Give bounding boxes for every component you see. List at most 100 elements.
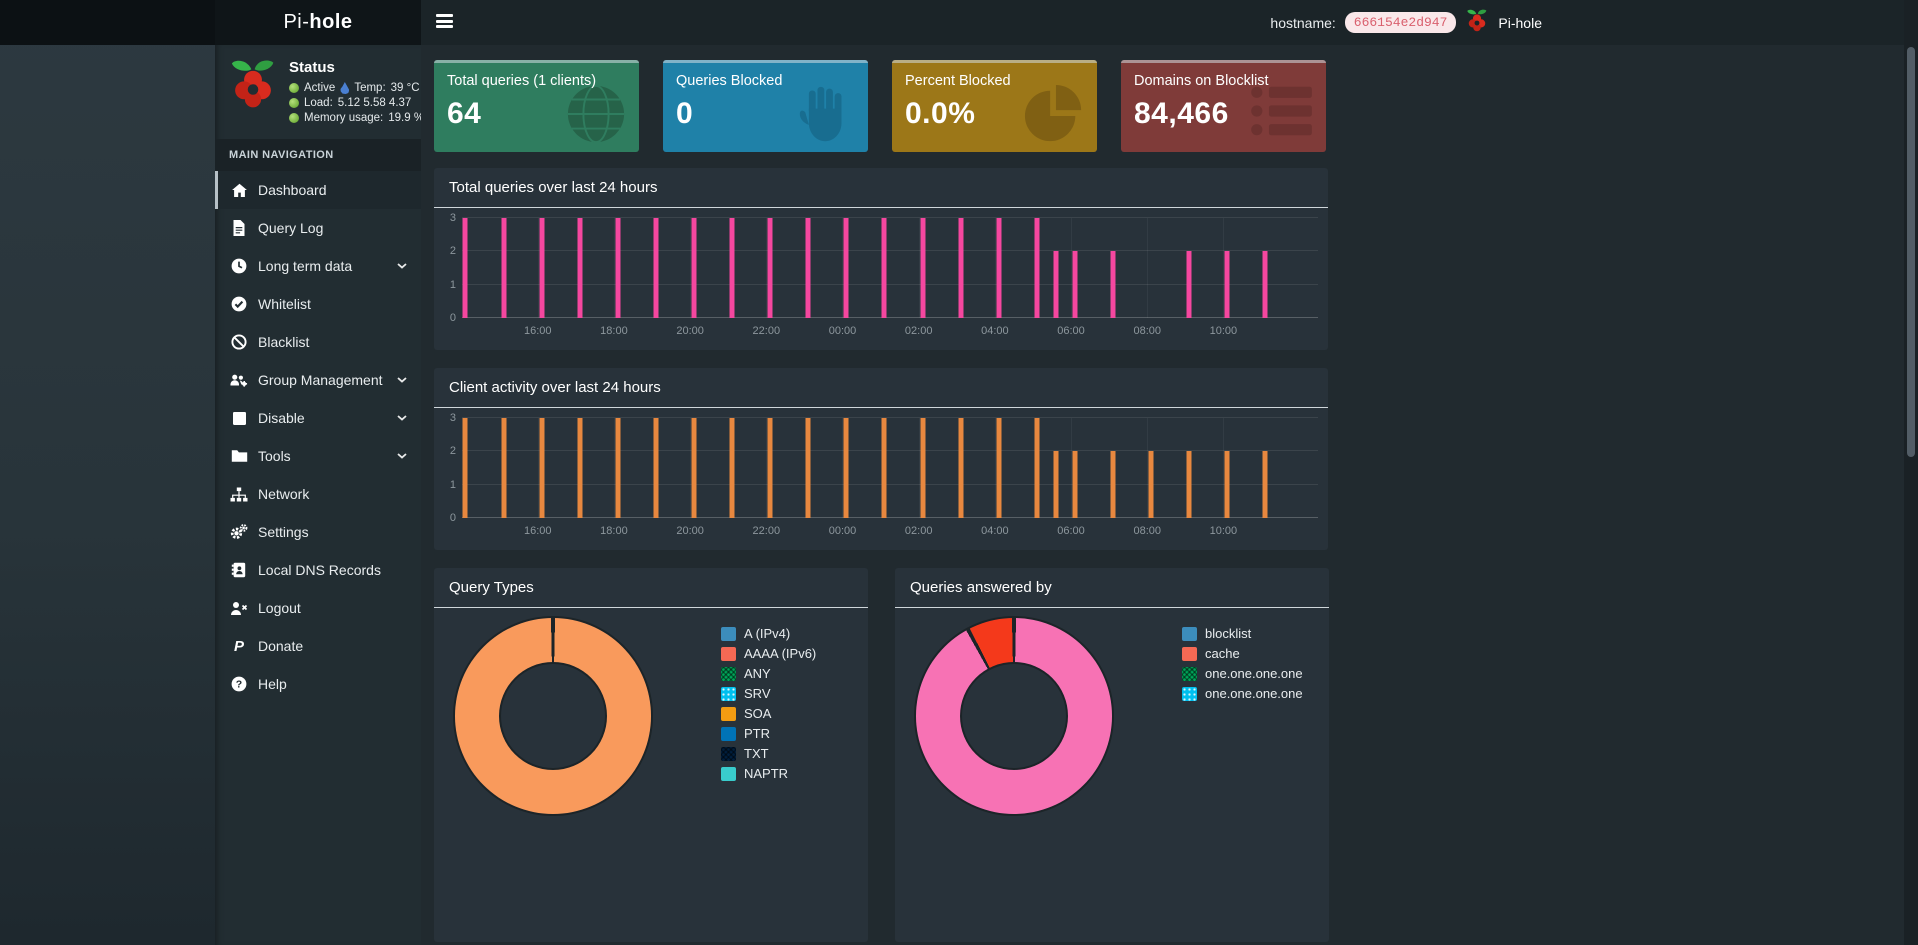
- bar: [501, 218, 507, 318]
- sidebar-item-network[interactable]: Network: [215, 475, 421, 513]
- card-domains-on-blocklist[interactable]: Domains on Blocklist 84,466: [1121, 60, 1326, 152]
- card-title: Total queries (1 clients): [447, 73, 597, 89]
- sidebar-item-label: Network: [258, 486, 310, 502]
- sidebar-item-settings[interactable]: Settings: [215, 513, 421, 551]
- sidebar-item-dashboard[interactable]: Dashboard: [215, 171, 421, 209]
- hostname-badge: 666154e2d947: [1344, 12, 1457, 33]
- legend-item[interactable]: TXT: [721, 746, 816, 761]
- total-queries-chart[interactable]: 0 1 2 3 16:00 18:00 20:00 22:00 00:00 02:00 04:00 0…: [450, 212, 1318, 337]
- legend-item[interactable]: blocklist: [1182, 626, 1303, 641]
- address-book-icon: [230, 562, 248, 578]
- clock-icon: [230, 258, 248, 274]
- navbar-brand-link[interactable]: Pi-hole: [1498, 15, 1542, 31]
- user-times-icon: [230, 600, 248, 616]
- bar: [577, 418, 583, 518]
- x-axis-tick-label: 22:00: [752, 325, 781, 337]
- sidebar-item-disable[interactable]: Disable: [215, 399, 421, 437]
- legend-item[interactable]: A (IPv4): [721, 626, 816, 641]
- bar: [1224, 251, 1230, 318]
- file-icon: [230, 220, 248, 236]
- legend-item[interactable]: PTR: [721, 726, 816, 741]
- sidebar-item-label: Tools: [258, 448, 291, 464]
- scrollbar-thumb[interactable]: [1907, 47, 1915, 457]
- legend-item[interactable]: one.one.one.one: [1182, 686, 1303, 701]
- legend-label: blocklist: [1205, 626, 1252, 641]
- client-activity-panel: Client activity over last 24 hours 0 1 2 3 1…: [434, 368, 1328, 550]
- chevron-down-icon: [397, 453, 407, 459]
- legend-label: cache: [1205, 646, 1240, 661]
- ban-icon: [230, 334, 248, 350]
- sidebar-item-whitelist[interactable]: Whitelist: [215, 285, 421, 323]
- sidebar-toggle-button[interactable]: [436, 14, 453, 28]
- legend-item[interactable]: cache: [1182, 646, 1303, 661]
- legend-item[interactable]: SRV: [721, 686, 816, 701]
- sidebar-item-tools[interactable]: Tools: [215, 437, 421, 475]
- bar: [843, 218, 849, 318]
- x-axis-tick-label: 16:00: [523, 525, 552, 537]
- sidebar-item-donate[interactable]: P Donate: [215, 627, 421, 665]
- bar: [615, 418, 621, 518]
- temp-label: Temp:: [354, 82, 386, 94]
- legend-swatch: [721, 686, 736, 701]
- y-axis-tick-label: 1: [449, 478, 456, 491]
- x-axis-tick-label: 04:00: [981, 325, 1009, 337]
- sidebar-item-blacklist[interactable]: Blacklist: [215, 323, 421, 361]
- legend-swatch: [721, 746, 736, 761]
- app-logo[interactable]: Pi-hole: [215, 0, 421, 45]
- queries-answered-by-donut-chart[interactable]: [916, 618, 1112, 814]
- sidebar-item-local-dns-records[interactable]: Local DNS Records: [215, 551, 421, 589]
- load-ok-icon: [289, 98, 299, 108]
- card-value: 64: [447, 97, 482, 130]
- card-queries-blocked[interactable]: Queries Blocked 0: [663, 60, 868, 152]
- sidebar-item-label: Long term data: [258, 258, 353, 274]
- bar: [653, 218, 659, 318]
- legend-swatch: [1182, 626, 1197, 641]
- bar: [1110, 251, 1116, 318]
- bar: [1110, 451, 1116, 518]
- card-total-queries-1-clients[interactable]: Total queries (1 clients) 64: [434, 60, 639, 152]
- pihole-app: Pi-hole hostname: 666154e2d947 Pi-hole S…: [215, 0, 1918, 945]
- x-axis-tick-label: 06:00: [1057, 525, 1085, 537]
- sidebar-item-help[interactable]: ? Help: [215, 665, 421, 703]
- sidebar-item-query-log[interactable]: Query Log: [215, 209, 421, 247]
- x-axis-tick-label: 08:00: [1133, 525, 1161, 537]
- sidebar-item-long-term-data[interactable]: Long term data: [215, 247, 421, 285]
- status-ok-icon: [289, 83, 299, 93]
- card-percent-blocked[interactable]: Percent Blocked 0.0%: [892, 60, 1097, 152]
- legend-item[interactable]: AAAA (IPv6): [721, 646, 816, 661]
- query-types-donut-chart[interactable]: [455, 618, 651, 814]
- y-axis-tick-label: 0: [449, 512, 456, 524]
- query-types-panel: Query Types A (IPv4) AAAA (IPv6) ANY SRV SOA…: [434, 568, 868, 942]
- x-axis-tick-label: 10:00: [1209, 325, 1238, 337]
- memory-label: Memory usage:: [304, 112, 384, 124]
- sidebar-item-label: Local DNS Records: [258, 562, 381, 578]
- bar: [920, 418, 926, 518]
- x-axis-tick-label: 18:00: [600, 525, 628, 537]
- bar: [1072, 251, 1078, 318]
- legend-label: TXT: [744, 746, 769, 761]
- x-axis-tick-label: 00:00: [828, 325, 857, 337]
- paypal-icon: P: [233, 637, 244, 655]
- panel-title: Query Types: [434, 568, 868, 608]
- sidebar-item-group-management[interactable]: Group Management: [215, 361, 421, 399]
- load-values: 5.12 5.58 4.37: [337, 97, 412, 109]
- y-axis-tick-label: 0: [449, 312, 456, 324]
- legend-item[interactable]: NAPTR: [721, 766, 816, 781]
- legend-item[interactable]: one.one.one.one: [1182, 666, 1303, 681]
- legend-label: one.one.one.one: [1205, 666, 1303, 681]
- legend-item[interactable]: ANY: [721, 666, 816, 681]
- bar: [881, 418, 887, 518]
- bar: [653, 418, 659, 518]
- bar: [805, 418, 811, 518]
- legend-swatch: [1182, 686, 1197, 701]
- card-value: 84,466: [1134, 97, 1229, 130]
- bar: [501, 418, 507, 518]
- bar: [805, 218, 811, 318]
- gears-icon: [230, 524, 248, 540]
- page-scrollbar[interactable]: [1904, 0, 1918, 945]
- bar: [958, 418, 964, 518]
- x-axis-tick-label: 22:00: [752, 525, 781, 537]
- legend-item[interactable]: SOA: [721, 706, 816, 721]
- client-activity-chart[interactable]: 0 1 2 3 16:00 18:00 20:00 22:00 00:00 02:00 04:00 0…: [450, 412, 1318, 537]
- sidebar-item-logout[interactable]: Logout: [215, 589, 421, 627]
